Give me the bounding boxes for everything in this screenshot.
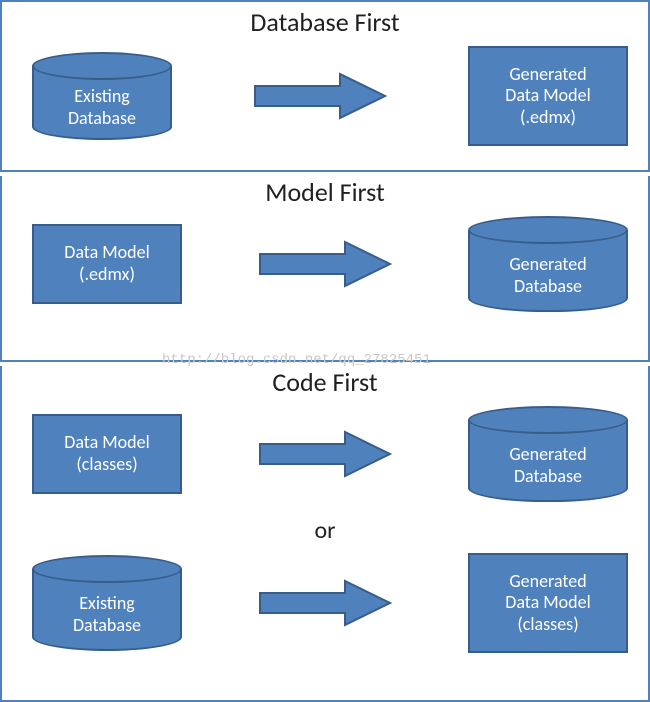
existing-database-cylinder: Existing Database (32, 555, 182, 651)
cyl-text-line: Database (514, 466, 582, 488)
rect-text-line: Data Model (505, 85, 590, 107)
arrow-right-icon (250, 578, 400, 628)
generated-database-cylinder: Generated Database (468, 406, 628, 502)
generated-database-cylinder: Generated Database (468, 216, 628, 312)
panel-row: Existing Database Generated Data Model (… (2, 547, 648, 665)
panel-title: Model First (2, 176, 648, 208)
cyl-text-line: Existing (79, 593, 135, 615)
generated-data-model-classes-box: Generated Data Model (classes) (468, 553, 628, 653)
rect-text-line: (.edmx) (79, 264, 135, 286)
existing-database-cylinder: Existing Database (32, 52, 172, 140)
cyl-text-line: Existing (74, 86, 130, 108)
cyl-text-line: Database (68, 108, 136, 130)
panel-database-first: Database First Existing Database Generat… (0, 0, 650, 172)
rect-text-line: (classes) (517, 614, 578, 636)
cyl-text-line: Database (514, 276, 582, 298)
cyl-text-line: Database (73, 615, 141, 637)
panel-row: Existing Database Generated Data Model (… (2, 40, 648, 158)
panel-title: Database First (2, 6, 648, 38)
cyl-text-line: Generated (509, 444, 586, 466)
rect-text-line: Generated (509, 571, 586, 593)
watermark-text: http://blog.csdn.net/qq_27825451 (162, 352, 431, 368)
rect-text-line: Data Model (64, 432, 149, 454)
arrow-right-icon (245, 71, 395, 121)
panel-model-first: Model First Data Model (.edmx) Generated… (0, 176, 650, 362)
rect-text-line: (.edmx) (520, 107, 576, 129)
data-model-box: Data Model (.edmx) (32, 224, 182, 304)
ef-approaches-diagram: Database First Existing Database Generat… (0, 0, 650, 702)
rect-text-line: Data Model (505, 592, 590, 614)
rect-text-line: (classes) (76, 454, 137, 476)
arrow-right-icon (250, 429, 400, 479)
arrow-right-icon (250, 239, 400, 289)
connector-or: or (2, 516, 648, 545)
panel-row: Data Model (classes) Generated Database (2, 400, 648, 514)
panel-title: Code First (2, 366, 648, 398)
data-model-classes-box: Data Model (classes) (32, 414, 182, 494)
rect-text-line: Generated (509, 64, 586, 86)
generated-data-model-box: Generated Data Model (.edmx) (468, 46, 628, 146)
panel-code-first: Code First Data Model (classes) Generate… (0, 366, 650, 702)
rect-text-line: Data Model (64, 242, 149, 264)
panel-row: Data Model (.edmx) Generated Database (2, 210, 648, 324)
cyl-text-line: Generated (509, 254, 586, 276)
